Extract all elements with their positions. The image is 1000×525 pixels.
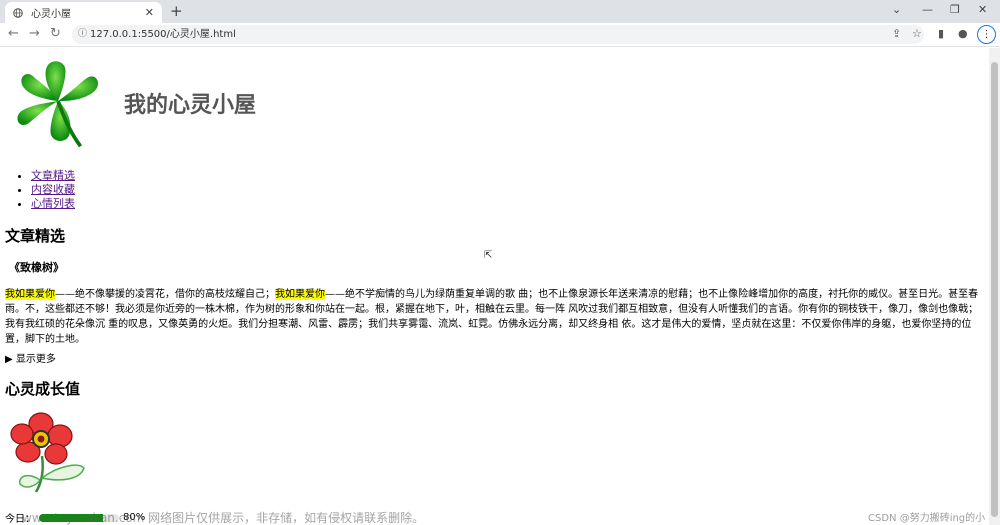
url-text: 127.0.0.1:5500/心灵小屋.html xyxy=(90,29,236,40)
reload-button[interactable]: ↻ xyxy=(50,26,61,41)
csdn-watermark: CSDN @努力搬砖ing的小营 xyxy=(868,513,986,524)
nav-link-moods[interactable]: 心情列表 xyxy=(31,197,75,210)
scrollbar-thumb[interactable] xyxy=(991,62,998,517)
nav-item-favorites: 内容收藏 xyxy=(31,183,75,197)
clover-logo-icon xyxy=(17,61,99,148)
restore-button[interactable]: ❐ xyxy=(950,3,960,16)
nav-menu: 文章精选 内容收藏 心情列表 xyxy=(31,169,75,211)
nav-link-articles[interactable]: 文章精选 xyxy=(31,169,75,182)
nav-item-moods: 心情列表 xyxy=(31,197,75,211)
poem-text: ——绝不像攀援的凌霄花，借你的高枝炫耀自己； xyxy=(55,289,275,300)
articles-heading: 文章精选 xyxy=(5,227,66,245)
show-more-label: 显示更多 xyxy=(15,354,56,365)
highlight-text: 我如果爱你 xyxy=(5,289,55,300)
address-bar[interactable]: ⓘ 127.0.0.1:5500/心灵小屋.html xyxy=(72,25,924,44)
show-more-toggle[interactable]: ▶ 显示更多 xyxy=(5,350,56,365)
back-button[interactable]: ← xyxy=(8,26,19,41)
profile-icon[interactable]: ● xyxy=(958,27,968,40)
poem-paragraph: 我如果爱你——绝不像攀援的凌霄花，借你的高枝炫耀自己；我如果爱你——绝不学痴情的… xyxy=(5,287,983,347)
bookmark-star-icon[interactable]: ☆ xyxy=(912,27,922,40)
browser-toolbar: ← → ↻ ⓘ 127.0.0.1:5500/心灵小屋.html ⇪ ☆ ▮ ●… xyxy=(0,23,1000,47)
close-tab-icon[interactable]: ✕ xyxy=(145,6,154,19)
tab-strip: 心灵小屋 ✕ + ⌄ — ❐ ✕ xyxy=(0,0,1000,23)
poem-title: 《致橡树》 xyxy=(9,261,64,274)
nav-link-favorites[interactable]: 内容收藏 xyxy=(31,183,75,196)
page-content: 我的心灵小屋 文章精选 内容收藏 心情列表 文章精选 《致橡树》 我如果爱你——… xyxy=(0,48,989,525)
browser-tab[interactable]: 心灵小屋 ✕ xyxy=(5,2,162,23)
site-info-icon[interactable]: ⓘ xyxy=(78,25,87,44)
growth-heading: 心灵成长值 xyxy=(5,380,81,398)
forward-button[interactable]: → xyxy=(29,26,40,41)
disclosure-triangle-icon: ▶ xyxy=(5,354,13,365)
share-icon[interactable]: ⇪ xyxy=(892,27,901,40)
minimize-button[interactable]: — xyxy=(922,3,933,16)
nav-item-articles: 文章精选 xyxy=(31,169,75,183)
side-panel-icon[interactable]: ▮ xyxy=(938,27,944,40)
site-header: 我的心灵小屋 xyxy=(10,56,256,150)
tab-search-icon[interactable]: ⌄ xyxy=(892,3,901,16)
highlight-text: 我如果爱你 xyxy=(275,289,325,300)
new-tab-button[interactable]: + xyxy=(170,2,183,20)
site-title: 我的心灵小屋 xyxy=(124,93,257,118)
tab-title: 心灵小屋 xyxy=(31,9,71,20)
close-window-button[interactable]: ✕ xyxy=(978,3,987,16)
watermark: www.toymoban.com 网络图片仅供展示，非存储，如有侵权请联系删除。 xyxy=(22,511,425,525)
globe-icon xyxy=(13,7,23,18)
vertical-scrollbar[interactable] xyxy=(989,48,1000,525)
red-flower-icon xyxy=(10,412,85,493)
browser-menu-button[interactable]: ⋮ xyxy=(977,25,996,44)
mouse-cursor-icon: ⇱ xyxy=(484,250,493,261)
